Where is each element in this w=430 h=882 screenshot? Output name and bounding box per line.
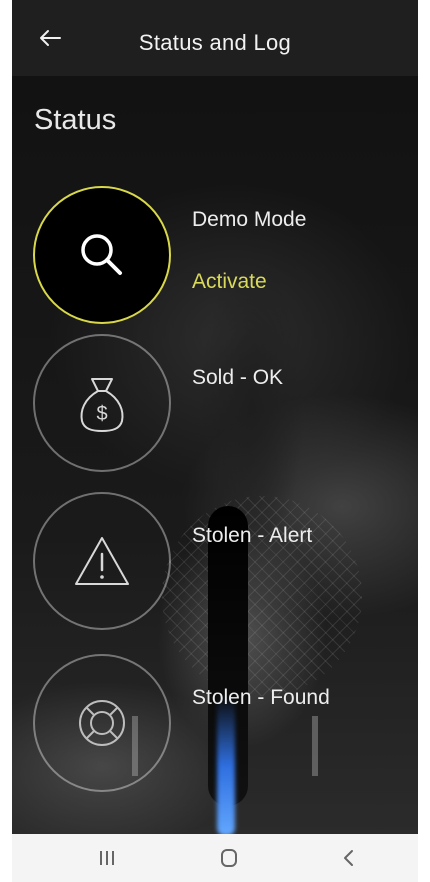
lane-marker: [312, 716, 318, 776]
recents-button[interactable]: [92, 846, 122, 870]
demo-mode-button[interactable]: [33, 186, 171, 324]
app-header: Status and Log: [12, 0, 418, 76]
status-label-sold-ok: Sold - OK: [192, 366, 284, 389]
stolen-alert-button[interactable]: [33, 492, 171, 630]
activate-link[interactable]: Activate: [192, 270, 267, 294]
recents-icon: [100, 851, 114, 865]
back-icon: [344, 850, 353, 866]
status-label-stolen-alert: Stolen - Alert: [192, 524, 313, 547]
svg-text:$: $: [96, 403, 107, 425]
lifebuoy-icon: [79, 700, 125, 746]
system-navigation-bar: [12, 834, 418, 882]
page-title: Status and Log: [138, 30, 292, 55]
sold-ok-button[interactable]: $: [33, 334, 171, 472]
money-bag-icon: $: [80, 378, 124, 433]
status-label-stolen-found: Stolen - Found: [192, 686, 330, 709]
blue-light-streak: [217, 696, 235, 834]
status-label-demo-mode: Demo Mode: [192, 208, 307, 231]
section-title: Status: [34, 104, 117, 136]
home-button[interactable]: [214, 846, 244, 870]
home-icon: [221, 849, 237, 867]
warning-icon: [75, 537, 129, 585]
nav-back-button[interactable]: [334, 846, 364, 870]
app-screen: Status and Log Status Demo Mode Activate…: [12, 0, 418, 882]
search-icon: [81, 234, 122, 275]
stolen-found-button[interactable]: [33, 654, 171, 792]
